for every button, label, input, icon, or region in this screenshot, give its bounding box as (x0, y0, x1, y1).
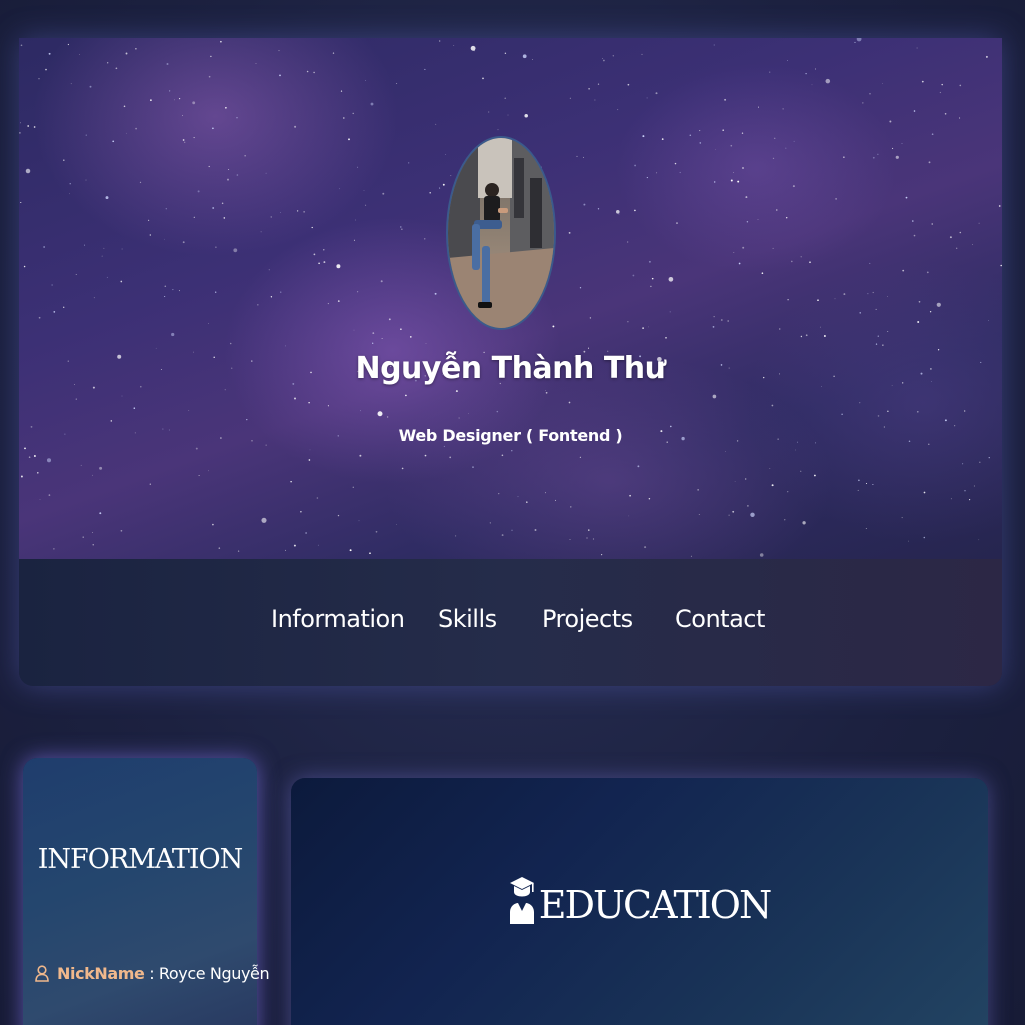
education-card: EDUCATION (291, 778, 988, 1025)
nav-item-contact[interactable]: Contact (675, 605, 765, 633)
graduate-icon (509, 876, 535, 928)
main-nav: Information Skills Projects Contact (19, 559, 1002, 686)
nickname-separator: : (144, 964, 159, 983)
education-heading: EDUCATION (291, 876, 988, 928)
information-title: INFORMATION (37, 844, 244, 875)
nav-item-skills[interactable]: Skills (438, 605, 497, 633)
nickname-value: Royce Nguyễn (158, 964, 270, 983)
portfolio-page: Nguyễn Thành Thư Web Designer ( Fontend … (0, 0, 1025, 1025)
nickname-label: NickName (57, 964, 145, 983)
education-title: EDUCATION (538, 883, 772, 927)
profile-header: Nguyễn Thành Thư Web Designer ( Fontend … (19, 38, 1002, 686)
nav-item-information[interactable]: Information (271, 605, 405, 633)
profile-name: Nguyễn Thành Thư (355, 351, 666, 386)
cover-image: Nguyễn Thành Thư Web Designer ( Fontend … (19, 38, 1002, 559)
nickname-row: NickName : Royce Nguyễn (35, 964, 270, 986)
profile-role: Web Designer ( Fontend ) (398, 426, 623, 445)
avatar-photo-icon (448, 138, 554, 328)
user-icon (35, 965, 49, 986)
information-card: INFORMATION NickName : Royce Nguyễn (23, 758, 270, 1025)
avatar[interactable] (446, 136, 556, 330)
nav-item-projects[interactable]: Projects (542, 605, 633, 633)
